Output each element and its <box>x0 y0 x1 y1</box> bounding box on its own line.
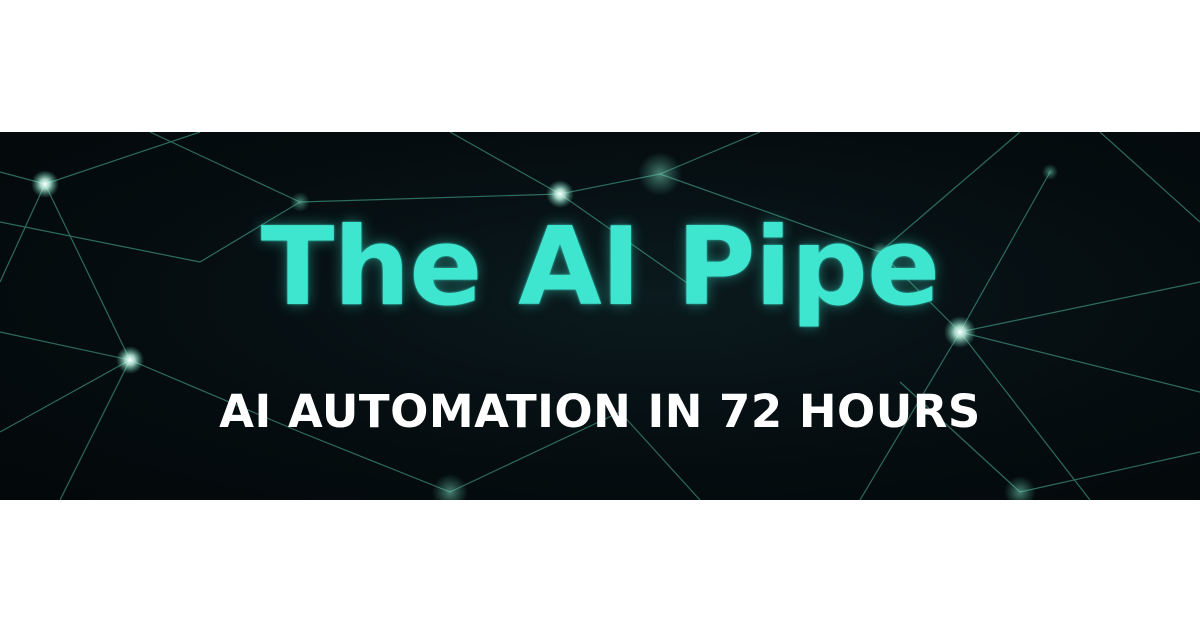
banner-title: The AI Pipe <box>260 205 941 330</box>
banner-subtitle: AI AUTOMATION IN 72 HOURS <box>219 385 981 438</box>
hero-banner: The AI Pipe AI AUTOMATION IN 72 HOURS <box>0 132 1200 500</box>
